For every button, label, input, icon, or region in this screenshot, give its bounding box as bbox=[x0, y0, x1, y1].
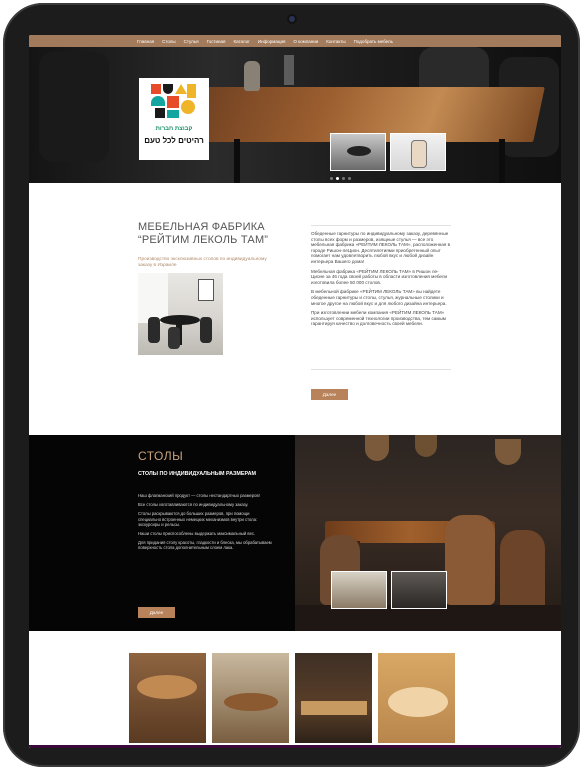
photo-chair bbox=[148, 317, 160, 343]
logo-shape bbox=[167, 110, 179, 118]
nav-item-tables[interactable]: Столы bbox=[162, 39, 176, 44]
gallery-table-shape bbox=[224, 693, 278, 711]
tablet-frame: Главная Столы Стулья Гостиная Каталог Ин… bbox=[3, 3, 580, 767]
about-section: МЕБЕЛЬНАЯ ФАБРИКА “РЕЙТИМ ЛЕКОЛЬ ТАМ” Пр… bbox=[29, 183, 561, 435]
gallery-item-4[interactable] bbox=[378, 653, 455, 743]
gallery-table-shape bbox=[388, 687, 448, 717]
about-divider bbox=[311, 225, 451, 226]
about-paragraph: В мебельной фабрике «РЕЙТИМ ЛЕКОЛЬ ТАМ» … bbox=[311, 289, 447, 306]
photo-chair bbox=[168, 327, 180, 349]
top-nav: Главная Столы Стулья Гостиная Каталог Ин… bbox=[29, 35, 561, 47]
nav-item-choose-furniture[interactable]: Подобрать мебель bbox=[354, 39, 393, 44]
lamp bbox=[365, 435, 389, 461]
tables-paragraph: Столы раскрываются до больших размеров, … bbox=[138, 511, 258, 527]
tables-thumbnail-1[interactable] bbox=[331, 571, 387, 609]
lamp bbox=[495, 439, 521, 465]
nav-item-info[interactable]: Информация bbox=[258, 39, 286, 44]
nav-item-living-room[interactable]: Гостиная bbox=[207, 39, 226, 44]
tables-subtitle: СТОЛЫ ПО ИНДИВИДУАЛЬНЫМ РАЗМЕРАМ bbox=[138, 471, 256, 477]
hero-table-leg bbox=[499, 139, 505, 183]
tables-photo-chair bbox=[500, 530, 545, 610]
tables-title: СТОЛЫ bbox=[138, 449, 184, 463]
logo-shape bbox=[187, 84, 196, 98]
tables-paragraph: Наши столы приспособлены выдержать макси… bbox=[138, 531, 256, 537]
slider-dot[interactable] bbox=[330, 177, 333, 180]
hero-table-leg bbox=[234, 139, 240, 183]
nav-item-about[interactable]: О компании bbox=[293, 39, 318, 44]
about-text: Обеденные гарнитуры по индивидуальному з… bbox=[311, 231, 451, 331]
hero-slider-dots bbox=[330, 177, 351, 180]
nav-item-chairs[interactable]: Стулья bbox=[184, 39, 199, 44]
logo-shape bbox=[163, 84, 173, 94]
tables-section: СТОЛЫ СТОЛЫ ПО ИНДИВИДУАЛЬНЫМ РАЗМЕРАМ Н… bbox=[29, 435, 561, 631]
about-title: МЕБЕЛЬНАЯ ФАБРИКА “РЕЙТИМ ЛЕКОЛЬ ТАМ” bbox=[138, 221, 269, 246]
gallery-table-shape bbox=[137, 675, 197, 699]
company-logo[interactable]: קבוצת חברות רהיטים לכל טעם bbox=[139, 78, 209, 160]
product-gallery bbox=[29, 631, 561, 748]
about-paragraph: Мебельная фабрика «РЕЙТИМ ЛЕКОЛЬ ТАМ» в … bbox=[311, 268, 448, 285]
tables-thumbnail-2[interactable] bbox=[391, 571, 447, 609]
about-dining-photo bbox=[138, 273, 223, 355]
logo-shape bbox=[155, 108, 165, 118]
about-divider bbox=[311, 369, 451, 370]
thumbnail-chair-shape bbox=[411, 140, 427, 168]
photo-wall-art bbox=[198, 279, 214, 301]
logo-shape bbox=[151, 84, 161, 94]
about-paragraph: При изготовлении мебели компания «РЕЙТИМ… bbox=[311, 310, 446, 327]
gallery-item-2[interactable] bbox=[212, 653, 289, 743]
gallery-item-3[interactable] bbox=[295, 653, 372, 743]
slider-dot[interactable] bbox=[348, 177, 351, 180]
slider-dot-active[interactable] bbox=[336, 177, 339, 180]
logo-shapes bbox=[151, 84, 197, 122]
about-more-button[interactable]: Далее bbox=[311, 389, 348, 400]
nav-item-home[interactable]: Главная bbox=[137, 39, 154, 44]
about-paragraph: Обеденные гарнитуры по индивидуальному з… bbox=[311, 231, 451, 264]
camera-icon bbox=[289, 16, 295, 22]
tables-paragraph: Наш флагманский продукт — столы нестанда… bbox=[138, 493, 260, 498]
slider-dot[interactable] bbox=[342, 177, 345, 180]
tables-text: Наш флагманский продукт — столы нестанда… bbox=[138, 493, 273, 555]
photo-chair bbox=[200, 317, 212, 343]
thumbnail-table-shape bbox=[347, 146, 371, 156]
hero-banner: קבוצת חברות רהיטים לכל טעם bbox=[29, 47, 561, 183]
nav-item-contacts[interactable]: Контакты bbox=[326, 39, 345, 44]
nav-item-catalog[interactable]: Каталог bbox=[233, 39, 249, 44]
tables-more-button[interactable]: Далее bbox=[138, 607, 175, 618]
tables-photo-chair bbox=[445, 515, 495, 605]
gallery-table-shape bbox=[301, 701, 367, 715]
tables-paragraph: Для придания столу красоты, гладкости и … bbox=[138, 540, 272, 551]
lamp bbox=[415, 435, 437, 457]
hero-thumbnail-2[interactable] bbox=[390, 133, 446, 171]
photo-window bbox=[138, 273, 168, 323]
footer-strip bbox=[29, 745, 561, 748]
logo-shape bbox=[181, 100, 195, 114]
tables-text-panel: СТОЛЫ СТОЛЫ ПО ИНДИВИДУАЛЬНЫМ РАЗМЕРАМ Н… bbox=[29, 435, 295, 631]
hero-glass bbox=[284, 55, 294, 85]
tables-paragraph: Все столы изготавливаются по индивидуаль… bbox=[138, 502, 249, 508]
about-subtitle: Производство эксклюзивных столов по инди… bbox=[138, 257, 267, 268]
tables-photo bbox=[295, 435, 561, 631]
gallery-item-1[interactable] bbox=[129, 653, 206, 743]
website-screen: Главная Столы Стулья Гостиная Каталог Ин… bbox=[29, 35, 561, 748]
logo-shape bbox=[151, 96, 165, 106]
logo-text-line1: קבוצת חברות bbox=[155, 126, 193, 132]
hero-chair bbox=[39, 52, 109, 162]
hero-vase bbox=[244, 61, 260, 91]
logo-shape bbox=[175, 84, 187, 94]
logo-shape bbox=[167, 96, 179, 108]
hero-thumbnail-1[interactable] bbox=[330, 133, 386, 171]
logo-text-line2: רהיטים לכל טעם bbox=[144, 136, 204, 145]
